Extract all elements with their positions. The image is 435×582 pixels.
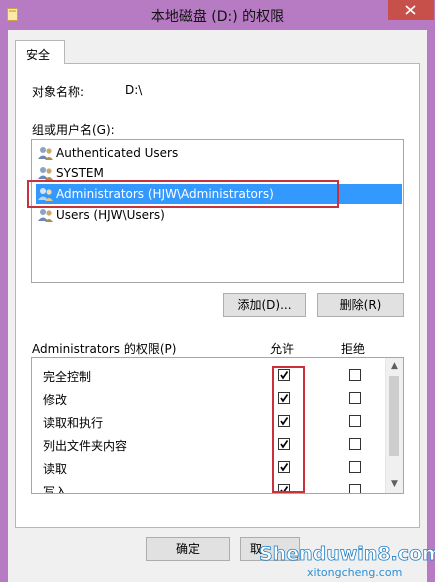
permission-row-read: 读取 xyxy=(32,456,387,479)
permission-row-write: 写入 xyxy=(32,479,387,494)
checkmark-icon xyxy=(280,440,289,449)
groups-label: 组或用户名(G): xyxy=(32,123,115,137)
list-item-users[interactable]: Users (HJW\Users) xyxy=(36,205,402,225)
permission-label: 完全控制 xyxy=(43,370,92,384)
group-user-list[interactable]: Authenticated Users SYSTEM Administrator… xyxy=(31,139,404,283)
checkmark-icon xyxy=(280,463,289,472)
deny-checkbox[interactable] xyxy=(349,438,361,450)
list-item-label: SYSTEM xyxy=(56,166,104,180)
permission-label: 读取和执行 xyxy=(43,416,104,430)
permissions-label: Administrators 的权限(P) xyxy=(32,342,177,356)
title-bar: 本地磁盘 (D:) 的权限 xyxy=(0,0,435,30)
remove-button[interactable]: 删除(R) xyxy=(317,293,404,317)
checkmark-icon xyxy=(280,417,289,426)
users-icon xyxy=(38,147,53,160)
permission-row-full-control: 完全控制 xyxy=(32,364,387,387)
checkmark-icon xyxy=(280,486,289,493)
permission-list: 完全控制 修改 读取和执行 列出文件夹内容 读取 写入 ▲ ▼ xyxy=(31,357,404,494)
list-item-label: Administrators (HJW\Administrators) xyxy=(56,187,274,201)
permission-row-modify: 修改 xyxy=(32,387,387,410)
scroll-thumb[interactable] xyxy=(389,376,399,456)
allow-checkbox[interactable] xyxy=(278,438,290,450)
permission-label: 列出文件夹内容 xyxy=(43,439,128,453)
scroll-up-icon[interactable]: ▲ xyxy=(386,358,403,375)
deny-checkbox[interactable] xyxy=(349,484,361,493)
permission-label: 写入 xyxy=(43,485,68,494)
deny-checkbox[interactable] xyxy=(349,369,361,381)
permission-row-list-folder: 列出文件夹内容 xyxy=(32,433,387,456)
watermark-main-text: Shenduwin8.com xyxy=(259,543,435,565)
deny-checkbox[interactable] xyxy=(349,461,361,473)
add-button[interactable]: 添加(D)... xyxy=(223,293,306,317)
permission-scrollbar[interactable]: ▲ ▼ xyxy=(385,358,403,493)
ok-button[interactable]: 确定 xyxy=(146,537,230,561)
deny-column-header: 拒绝 xyxy=(341,342,366,356)
list-item-label: Authenticated Users xyxy=(56,146,179,160)
close-button[interactable] xyxy=(388,0,434,20)
allow-checkbox[interactable] xyxy=(278,484,290,493)
users-icon xyxy=(38,188,53,201)
checkmark-icon xyxy=(280,394,289,403)
allow-column-header: 允许 xyxy=(270,342,295,356)
watermark-sub-text: xitongcheng.com xyxy=(307,566,402,579)
allow-checkbox[interactable] xyxy=(278,369,290,381)
list-item-administrators[interactable]: Administrators (HJW\Administrators) xyxy=(36,184,402,204)
list-item-label: Users (HJW\Users) xyxy=(56,208,165,222)
users-icon xyxy=(38,167,53,180)
object-name-label: 对象名称: xyxy=(32,85,85,99)
close-icon xyxy=(405,5,416,15)
deny-checkbox[interactable] xyxy=(349,392,361,404)
permission-label: 读取 xyxy=(43,462,68,476)
permission-row-read-execute: 读取和执行 xyxy=(32,410,387,433)
list-item-system[interactable]: SYSTEM xyxy=(36,163,402,183)
checkmark-icon xyxy=(280,371,289,380)
allow-checkbox[interactable] xyxy=(278,392,290,404)
allow-checkbox[interactable] xyxy=(278,461,290,473)
tab-security[interactable]: 安全 xyxy=(15,40,65,64)
watermark: Shenduwin8.com xitongcheng.com xyxy=(259,543,435,579)
list-item-authenticated-users[interactable]: Authenticated Users xyxy=(36,143,402,163)
permission-label: 修改 xyxy=(43,393,68,407)
tab-security-label: 安全 xyxy=(26,48,51,62)
object-name-value: D:\ xyxy=(125,83,143,97)
deny-checkbox[interactable] xyxy=(349,415,361,427)
users-icon xyxy=(38,209,53,222)
scroll-down-icon[interactable]: ▼ xyxy=(386,476,403,493)
allow-checkbox[interactable] xyxy=(278,415,290,427)
window-title: 本地磁盘 (D:) 的权限 xyxy=(150,9,285,25)
